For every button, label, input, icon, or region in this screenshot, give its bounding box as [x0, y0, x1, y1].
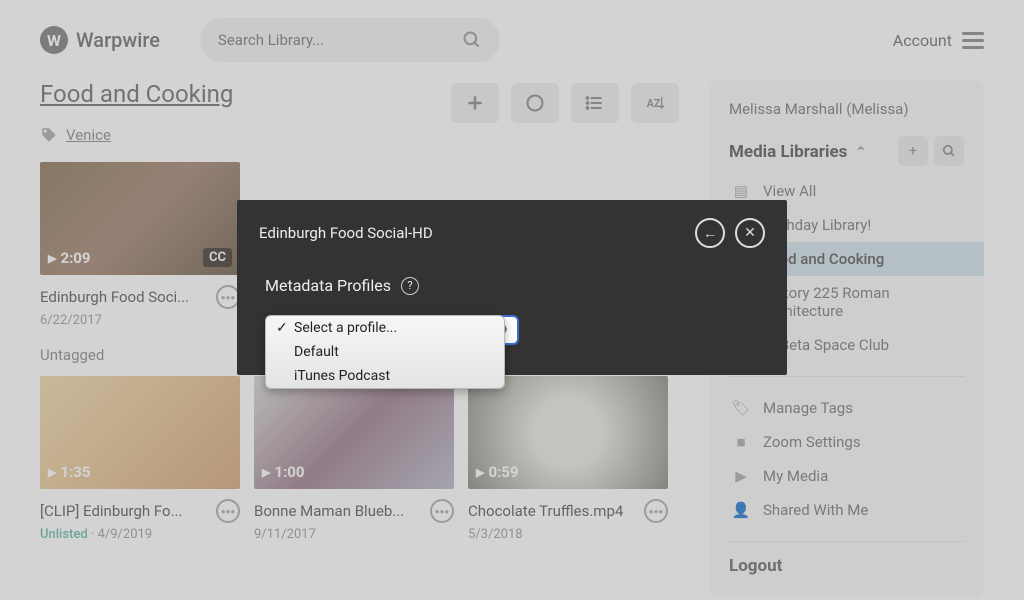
close-button[interactable]: ✕ — [735, 218, 765, 248]
modal-section-label: Metadata Profiles ? — [265, 276, 759, 295]
help-icon[interactable]: ? — [401, 277, 419, 295]
back-button[interactable]: ← — [695, 218, 725, 248]
modal-overlay[interactable]: Edinburgh Food Social-HD ← ✕ Metadata Pr… — [0, 0, 1024, 600]
dropdown-option[interactable]: Default — [266, 340, 504, 364]
profile-dropdown: Select a profile... Default iTunes Podca… — [265, 315, 505, 389]
dropdown-option[interactable]: Select a profile... — [266, 316, 504, 340]
dropdown-option[interactable]: iTunes Podcast — [266, 364, 504, 388]
modal-title: Edinburgh Food Social-HD — [259, 224, 433, 242]
modal: Edinburgh Food Social-HD ← ✕ Metadata Pr… — [237, 200, 787, 375]
